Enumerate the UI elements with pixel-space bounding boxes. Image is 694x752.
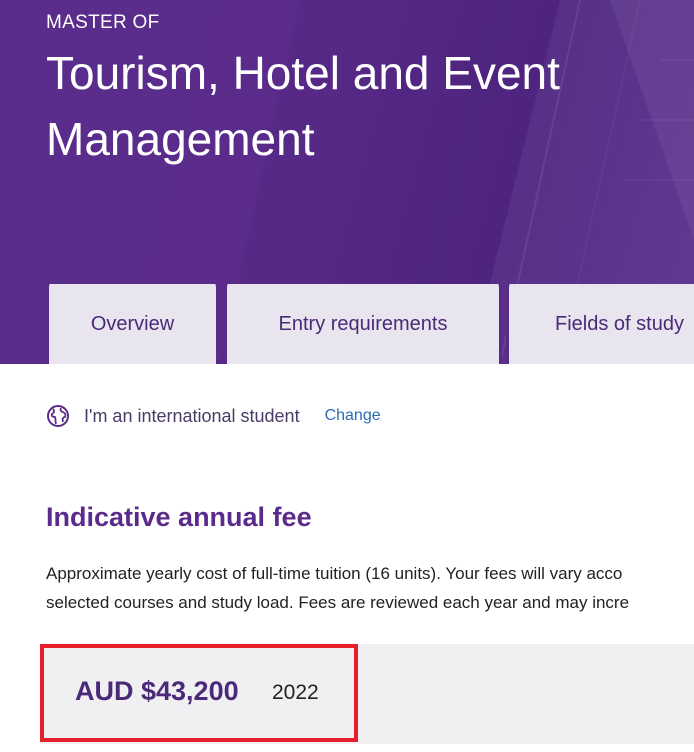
degree-eyebrow: MASTER OF (46, 12, 160, 33)
fee-year: 2022 (272, 681, 319, 704)
fee-description-line-1: Approximate yearly cost of full-time tui… (46, 564, 623, 583)
change-student-type-link[interactable]: Change (325, 407, 381, 425)
fee-section-heading: Indicative annual fee (46, 502, 312, 532)
fee-description: Approximate yearly cost of full-time tui… (46, 559, 694, 617)
page-title: Tourism, Hotel and Event Management (46, 47, 560, 165)
fee-amount: AUD $43,200 (75, 676, 239, 706)
tab-entry-requirements[interactable]: Entry requirements (224, 284, 502, 364)
tab-fields-of-study[interactable]: Fields of study (506, 284, 694, 364)
student-type-label: I'm an international student (84, 405, 300, 426)
fee-description-line-2: selected courses and study load. Fees ar… (46, 593, 630, 612)
tab-overview[interactable]: Overview (46, 284, 219, 364)
course-tabs: Overview Entry requirements Fields of st… (0, 284, 694, 364)
globe-icon (47, 405, 69, 427)
student-type-selector: I'm an international student Change (46, 403, 381, 429)
